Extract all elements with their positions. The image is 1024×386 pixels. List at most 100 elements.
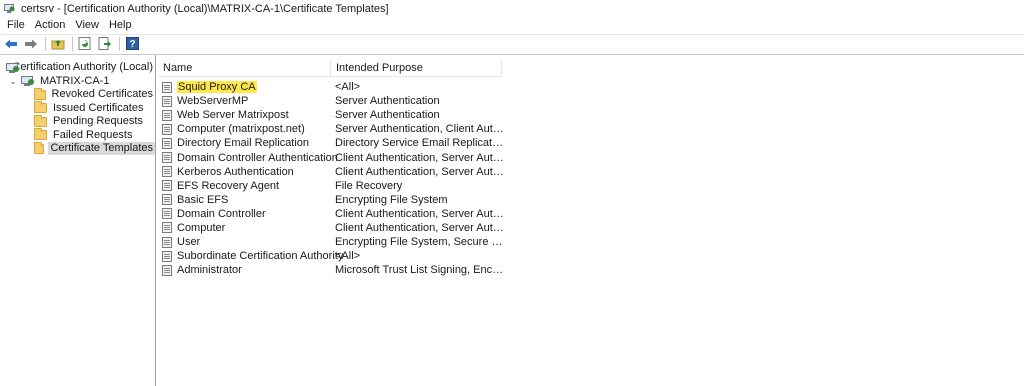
template-name: Administrator: [177, 264, 242, 277]
template-name: Subordinate Certification Authority: [177, 250, 344, 263]
list-header: Name Intended Purpose: [158, 60, 502, 77]
export-list-icon[interactable]: [97, 36, 113, 52]
table-row[interactable]: WebServerMP Server Authentication: [158, 94, 505, 108]
column-header-intended-purpose[interactable]: Intended Purpose: [331, 60, 502, 77]
template-purpose-cell: Directory Service Email Replication: [335, 137, 505, 150]
tree-item-revoked-certificates[interactable]: Revoked Certificates: [0, 87, 155, 102]
tree-item-label: Revoked Certificates: [51, 88, 154, 101]
template-name: Domain Controller Authentication: [177, 151, 338, 164]
table-row[interactable]: Squid Proxy CA <All>: [158, 80, 505, 94]
toolbar-separator: [72, 36, 73, 51]
template-purpose-cell: <All>: [335, 81, 361, 94]
tree-item-issued-certificates[interactable]: Issued Certificates: [0, 101, 155, 116]
folder-icon: [34, 101, 47, 114]
template-name: WebServerMP: [177, 95, 249, 108]
tree-item-label: Certificate Templates: [48, 142, 155, 156]
table-row[interactable]: Kerberos Authentication Client Authentica…: [158, 165, 505, 179]
template-purpose-cell: Server Authentication, Client Authentic.…: [335, 123, 505, 136]
table-row[interactable]: Computer Client Authentication, Server Au…: [158, 221, 505, 235]
folder-icon: [34, 128, 47, 141]
table-row[interactable]: Domain Controller Client Authentication, …: [158, 207, 505, 221]
forward-arrow-icon[interactable]: [23, 36, 39, 52]
template-purpose-cell: Client Authentication, Server Authentic.…: [335, 207, 505, 220]
table-row[interactable]: Domain Controller Authentication Client A…: [158, 150, 505, 164]
template-name-cell: Domain Controller Authentication: [158, 151, 338, 164]
table-row[interactable]: EFS Recovery Agent File Recovery: [158, 179, 505, 193]
table-row[interactable]: Directory Email Replication Directory Ser…: [158, 136, 505, 150]
menu-view[interactable]: View: [70, 17, 104, 33]
template-name: EFS Recovery Agent: [177, 179, 280, 192]
chevron-down-icon[interactable]: ⌄: [8, 77, 18, 86]
template-name-cell: Kerberos Authentication: [158, 166, 335, 178]
template-name: Basic EFS: [177, 193, 229, 206]
certificate-template-icon: [162, 194, 172, 206]
template-purpose-cell: Client Authentication, Server Authentic.…: [335, 165, 505, 178]
template-purpose-cell: Encrypting File System: [335, 193, 448, 206]
svg-text:?: ?: [129, 39, 135, 50]
template-name-cell: User: [158, 236, 335, 248]
toolbar-separator: [119, 36, 120, 51]
window-title: certsrv - [Certification Authority (Loca…: [21, 2, 389, 15]
menu-help[interactable]: Help: [104, 17, 137, 33]
template-purpose-cell: Encrypting File System, Secure Email, Cl…: [335, 236, 505, 249]
tree-node-root[interactable]: Certification Authority (Local): [0, 61, 155, 75]
tree-item-label: Pending Requests: [53, 115, 143, 128]
table-row[interactable]: Administrator Microsoft Trust List Signin…: [158, 263, 505, 277]
template-name-cell: Basic EFS: [158, 194, 335, 206]
certificate-template-icon: [162, 250, 172, 262]
up-folder-icon[interactable]: [50, 36, 66, 52]
template-name: User: [177, 236, 201, 249]
menu-action[interactable]: Action: [30, 17, 71, 33]
tree-item-certificate-templates[interactable]: Certificate Templates: [0, 141, 155, 156]
certificate-template-icon: [162, 236, 172, 248]
back-arrow-icon[interactable]: [3, 36, 19, 52]
template-name-cell: Computer: [158, 222, 335, 234]
template-name-cell: WebServerMP: [158, 95, 335, 107]
table-row[interactable]: User Encrypting File System, Secure Email…: [158, 235, 505, 249]
certificate-template-icon: [162, 152, 172, 164]
ca-server-icon: [21, 75, 34, 87]
table-row[interactable]: Computer (matrixpost.net) Server Authenti…: [158, 122, 505, 136]
console-tree: Certification Authority (Local) ⌄ MATRIX…: [0, 55, 156, 386]
certificate-template-icon: [162, 222, 172, 234]
tree-item-pending-requests[interactable]: Pending Requests: [0, 114, 155, 129]
template-name-cell: Administrator: [158, 264, 335, 276]
template-purpose-cell: Client Authentication, Server Authentic.…: [335, 151, 505, 164]
refresh-icon[interactable]: [77, 36, 93, 52]
menu-bar: File Action View Help: [0, 17, 1024, 33]
table-row[interactable]: Subordinate Certification Authority <All>: [158, 249, 505, 263]
template-name: Squid Proxy CA: [177, 81, 257, 94]
template-name: Domain Controller: [177, 207, 266, 220]
certificate-template-icon: [162, 166, 172, 178]
template-purpose-cell: File Recovery: [335, 179, 403, 192]
certificate-template-icon: [162, 109, 172, 121]
column-header-name[interactable]: Name: [158, 60, 331, 77]
list-rows: Squid Proxy CA <All> WebServerMP Server Aut…: [158, 80, 505, 277]
menu-file[interactable]: File: [2, 17, 30, 33]
folder-icon: [34, 114, 47, 127]
template-name-cell: Computer (matrixpost.net): [158, 123, 335, 135]
toolbar: ?: [0, 34, 1024, 52]
tree-item-label: Issued Certificates: [53, 101, 144, 114]
template-purpose-cell: Server Authentication: [335, 95, 440, 108]
certsrv-icon: [4, 3, 15, 14]
template-name-cell: Subordinate Certification Authority: [158, 250, 343, 262]
template-name: Computer (matrixpost.net): [177, 123, 305, 136]
template-name-cell: Squid Proxy CA: [158, 81, 335, 94]
table-row[interactable]: Basic EFS Encrypting File System: [158, 193, 505, 207]
template-name-cell: Web Server Matrixpost: [158, 109, 335, 121]
tree-node-ca[interactable]: ⌄ MATRIX-CA-1: [0, 75, 155, 89]
help-icon[interactable]: ?: [124, 36, 140, 52]
table-row[interactable]: Web Server Matrixpost Server Authenticati…: [158, 108, 505, 122]
template-name-cell: Directory Email Replication: [158, 137, 335, 149]
tree-item-failed-requests[interactable]: Failed Requests: [0, 128, 155, 143]
console-content: Certification Authority (Local) ⌄ MATRIX…: [0, 54, 1024, 386]
certificate-template-icon: [162, 208, 172, 220]
template-purpose-cell: Microsoft Trust List Signing, Encrypting…: [335, 264, 505, 277]
template-name: Computer: [177, 221, 226, 234]
certificate-template-icon: [162, 137, 172, 149]
template-name: Kerberos Authentication: [177, 165, 294, 178]
certificate-template-icon: [162, 95, 172, 107]
tree-label-root: Certification Authority (Local): [12, 61, 153, 74]
certificate-template-icon: [162, 81, 172, 93]
